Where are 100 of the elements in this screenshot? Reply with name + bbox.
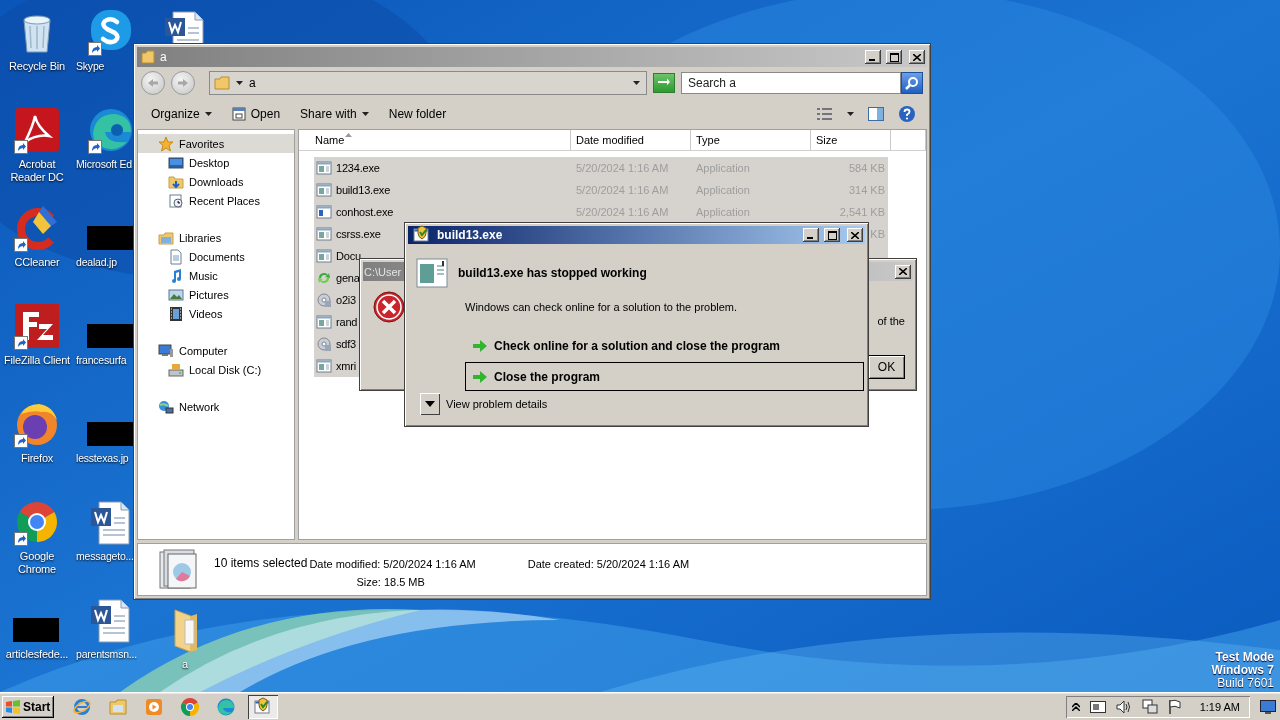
preview-pane-icon — [868, 107, 884, 121]
file-name: xmri — [336, 360, 356, 372]
file-row[interactable]: conhost.exe 5/20/2024 1:16 AM Application 2,541 KB — [314, 201, 888, 223]
ok-button[interactable]: OK — [868, 355, 905, 379]
nav-label: Computer — [179, 344, 228, 357]
type-cell: Application — [696, 162, 750, 174]
file-name: conhost.exe — [336, 206, 394, 218]
date-cell: 5/20/2024 1:16 AM — [576, 206, 669, 218]
error-report-icon — [253, 696, 273, 717]
windows-flag-icon — [5, 699, 21, 714]
details-toggle-button[interactable] — [420, 393, 440, 415]
nav-item[interactable]: Downloads — [138, 172, 294, 191]
file-row[interactable]: build13.exe 5/20/2024 1:16 AM Application 314 KB — [314, 179, 888, 201]
icon-label: dealad.jp — [75, 256, 117, 269]
console-icon — [316, 204, 332, 220]
chevron-up-icon — [1071, 702, 1080, 711]
minimize-button[interactable] — [803, 228, 819, 242]
breadcrumb-item[interactable]: a — [249, 76, 627, 90]
toolbar-button[interactable]: Open — [223, 102, 289, 126]
close-icon — [899, 268, 907, 275]
date-modified-text: Date modified: 5/20/2024 1:16 AM — [309, 558, 476, 570]
taskbar-app-button[interactable] — [248, 694, 278, 719]
details-toggle-label[interactable]: View problem details — [446, 398, 548, 410]
icon-label: Google Chrome — [17, 550, 57, 576]
os-notice-text: Windows 7 — [1211, 664, 1274, 677]
command-link[interactable]: Close the program — [465, 362, 864, 391]
dropdown-caret-icon — [633, 81, 640, 85]
nav-item[interactable]: Network — [138, 397, 294, 416]
close-icon — [851, 231, 859, 239]
column-header[interactable]: Type — [691, 130, 811, 150]
file-name: 1234.exe — [336, 162, 380, 174]
folder-icon — [214, 75, 230, 91]
column-header[interactable]: Name — [299, 130, 571, 150]
volume-button[interactable] — [1115, 699, 1132, 714]
minimize-button[interactable] — [865, 50, 881, 64]
nav-label: Music — [189, 269, 218, 282]
file-row[interactable]: 1234.exe 5/20/2024 1:16 AM Application 584 KB — [314, 157, 888, 179]
start-button[interactable]: Start — [2, 695, 54, 718]
browser-icon — [216, 696, 236, 717]
arrow-right-icon — [472, 338, 488, 353]
nav-label: Pictures — [189, 288, 229, 301]
maximize-button[interactable] — [824, 228, 840, 242]
address-bar[interactable]: a — [209, 71, 647, 95]
nav-item[interactable]: Favorites — [138, 134, 294, 153]
speaker-icon — [1115, 699, 1132, 714]
folder-icon — [141, 50, 155, 64]
search-button[interactable] — [901, 72, 923, 94]
application-icon — [316, 226, 332, 242]
installer-icon — [316, 336, 332, 352]
action-center-button[interactable] — [1167, 698, 1182, 715]
icon-label: Skype — [75, 60, 105, 73]
flag-icon — [1167, 698, 1182, 715]
list-view-icon — [817, 108, 833, 120]
nav-item[interactable]: Music — [138, 266, 294, 285]
file-name: sdf3 — [336, 338, 356, 350]
videos-icon — [168, 305, 184, 322]
clock[interactable]: 1:19 AM — [1199, 700, 1240, 713]
folder-icon — [108, 696, 128, 717]
caret-icon — [847, 112, 854, 116]
nav-item[interactable]: Recent Places — [138, 191, 294, 210]
error-report-icon — [412, 225, 432, 245]
nav-label: Libraries — [179, 231, 222, 244]
close-button[interactable] — [909, 50, 925, 64]
tray-button[interactable] — [1089, 700, 1106, 713]
search-field[interactable]: Search a — [681, 72, 901, 94]
nav-item[interactable]: Libraries — [138, 228, 294, 247]
toolbar-button[interactable]: New folder — [380, 102, 455, 126]
show-desktop-button[interactable] — [1260, 698, 1278, 715]
nav-item[interactable]: Computer — [138, 341, 294, 360]
network-button[interactable] — [1141, 698, 1158, 715]
nav-item[interactable]: Local Disk (C:) — [138, 360, 294, 379]
nav-item[interactable]: Documents — [138, 247, 294, 266]
column-header[interactable]: Size — [811, 130, 891, 150]
maximize-icon — [889, 52, 899, 62]
size-cell: 2,541 KB — [839, 206, 885, 218]
command-link[interactable]: Check online for a solution and close the program — [465, 331, 864, 360]
close-button[interactable] — [847, 228, 863, 242]
type-cell: Application — [696, 206, 750, 218]
application-icon — [316, 358, 332, 374]
icon-label: lesstexas.jp — [75, 452, 129, 465]
nav-item[interactable]: Pictures — [138, 285, 294, 304]
column-header[interactable]: Date modified — [571, 130, 691, 150]
refresh-button[interactable] — [653, 73, 675, 93]
show-hidden-icons-button[interactable] — [1071, 702, 1080, 711]
size-cell: 314 KB — [848, 184, 885, 196]
close-button[interactable] — [895, 264, 911, 279]
open-icon — [231, 107, 246, 121]
toolbar-button[interactable]: Organize — [143, 102, 220, 126]
file-name: rand — [336, 316, 358, 328]
os-notice-text: Build 7601 — [1217, 677, 1274, 690]
toolbar-button[interactable]: Share with — [292, 102, 377, 126]
nav-item[interactable]: Desktop — [138, 153, 294, 172]
file-name: build13.exe — [336, 184, 391, 196]
application-icon — [316, 182, 332, 198]
nav-item[interactable]: Videos — [138, 304, 294, 323]
error-heading: build13.exe has stopped working — [458, 266, 647, 280]
size-text: Size: 18.5 MB — [355, 576, 426, 588]
dialog-title: build13.exe — [437, 228, 504, 242]
desktop-icon — [1260, 699, 1276, 714]
maximize-button[interactable] — [886, 50, 902, 64]
